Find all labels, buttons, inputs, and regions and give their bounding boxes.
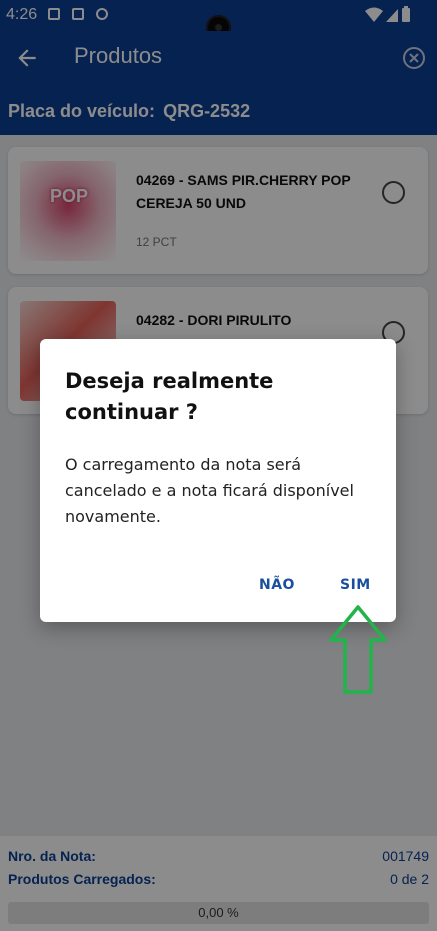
confirm-dialog: Deseja realmente continuar ? O carregame… bbox=[40, 339, 396, 622]
arrow-up-outline-icon bbox=[329, 605, 387, 694]
no-button[interactable]: NÃO bbox=[259, 577, 295, 593]
dialog-title: Deseja realmente continuar ? bbox=[65, 369, 274, 424]
dialog-message: O carregamento da nota será cancelado e … bbox=[65, 455, 354, 526]
yes-button[interactable]: SIM bbox=[340, 577, 371, 593]
